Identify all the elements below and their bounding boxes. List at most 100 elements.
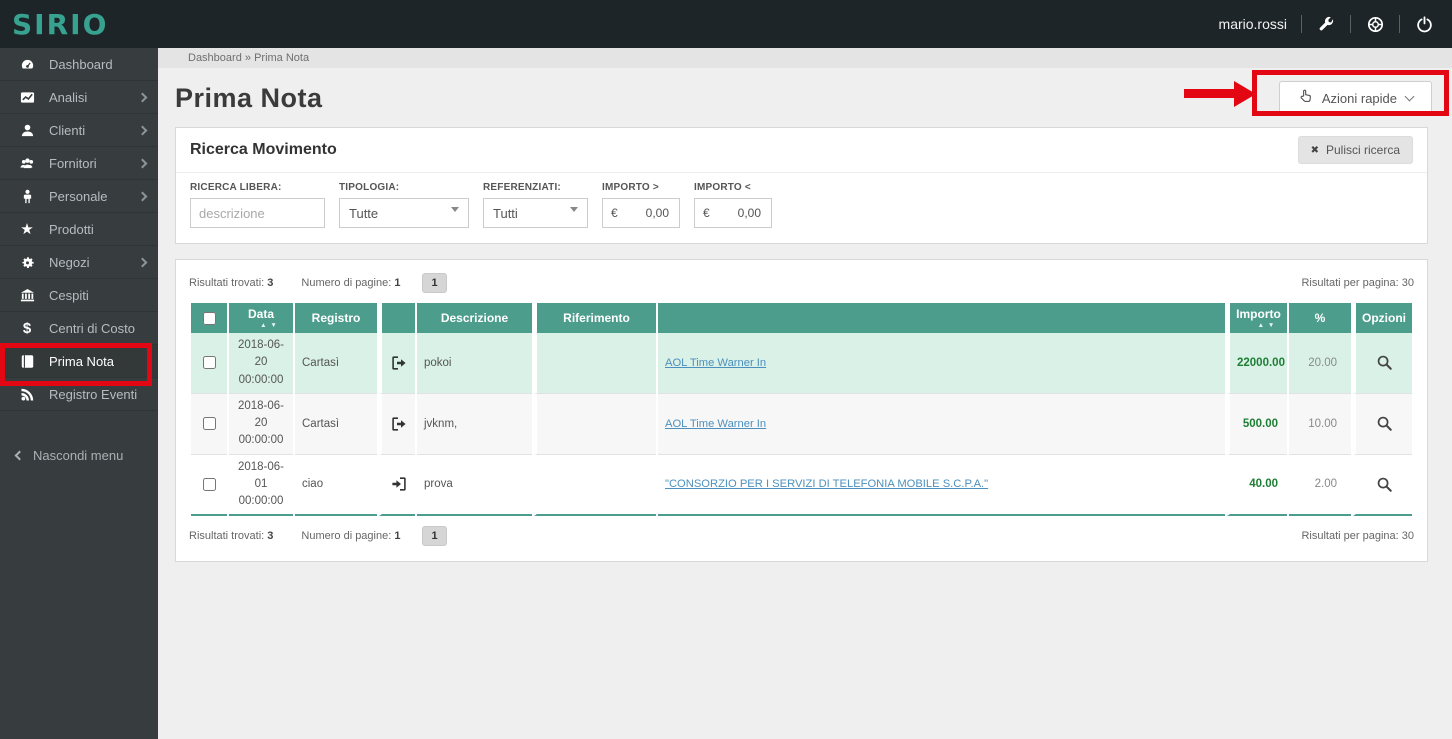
row-checkbox[interactable] [203, 478, 216, 491]
sidebar-item-dashboard[interactable]: Dashboard [0, 48, 158, 81]
currency-symbol: € [611, 206, 618, 220]
counterpart-link[interactable]: AOL Time Warner In [665, 418, 766, 430]
select-all-checkbox[interactable] [203, 312, 216, 325]
field-importo-lt: IMPORTO < € [694, 182, 772, 228]
sidebar-item-fornitori[interactable]: Fornitori [0, 147, 158, 180]
sidebar-item-analisi[interactable]: Analisi [0, 81, 158, 114]
life-ring-icon[interactable] [1365, 14, 1385, 34]
caret-down-icon [570, 207, 578, 212]
tipologia-select[interactable]: Tutte [339, 198, 469, 228]
cell-percent: 2.00 [1289, 455, 1351, 517]
results-info-top: Risultati trovati: 3 Numero di pagine: 1… [189, 260, 1414, 303]
cell-date: 2018-06-01 00:00:00 [229, 455, 293, 517]
user-icon [14, 123, 40, 138]
importo-lt-input[interactable] [710, 205, 763, 221]
cell-registro: Cartasì [295, 333, 377, 394]
sidebar-item-clienti[interactable]: Clienti [0, 114, 158, 147]
separator [1399, 15, 1400, 33]
importo-gt-input[interactable] [618, 205, 671, 221]
header-counterpart [658, 303, 1225, 333]
counterpart-link[interactable]: AOL Time Warner In [665, 357, 766, 369]
hand-pointer-icon [1298, 89, 1313, 107]
importo-lt-box: € [694, 198, 772, 228]
cell-date: 2018-06-20 00:00:00 [229, 333, 293, 394]
results-pages: Numero di pagine: 1 [301, 277, 400, 289]
results-table: Data▲ ▼ Registro Descrizione Riferimento… [189, 303, 1414, 516]
page-head: Prima Nota Azioni rapide [158, 68, 1452, 125]
magnifier-icon[interactable] [1376, 418, 1393, 430]
cell-descrizione: jvknm, [417, 394, 532, 455]
field-referenziati: REFERENZIATI: Tutti [483, 182, 588, 228]
breadcrumb-home[interactable]: Dashboard [188, 52, 242, 64]
sidebar-item-label: Dashboard [49, 57, 113, 72]
chevron-right-icon [138, 158, 148, 168]
separator [1301, 15, 1302, 33]
breadcrumb-current: Prima Nota [254, 52, 309, 64]
cell-importo: 500.00 [1227, 394, 1287, 455]
header-opzioni: Opzioni [1353, 303, 1412, 333]
collapse-menu-button[interactable]: Nascondi menu [0, 442, 158, 468]
row-checkbox[interactable] [203, 417, 216, 430]
sort-icons[interactable]: ▲ ▼ [241, 322, 297, 329]
referenziati-value: Tutti [493, 206, 518, 221]
search-panel: Ricerca Movimento ✖ Pulisci ricerca RICE… [175, 127, 1428, 244]
header-importo[interactable]: Importo▲ ▼ [1227, 303, 1287, 333]
tipologia-label: TIPOLOGIA: [339, 182, 469, 193]
currency-symbol: € [703, 206, 710, 220]
sidebar-item-label: Prima Nota [49, 354, 114, 369]
referenziati-label: REFERENZIATI: [483, 182, 588, 193]
sidebar-item-prima-nota[interactable]: Prima Nota [0, 345, 158, 378]
free-search-input[interactable] [190, 198, 325, 228]
search-panel-head: Ricerca Movimento ✖ Pulisci ricerca [176, 128, 1427, 173]
breadcrumb-separator: » [245, 52, 251, 64]
quick-actions-button[interactable]: Azioni rapide [1279, 81, 1432, 115]
sidebar-item-label: Centri di Costo [49, 321, 135, 336]
chevron-right-icon [138, 191, 148, 201]
referenziati-select[interactable]: Tutti [483, 198, 588, 228]
cell-riferimento [534, 455, 656, 517]
cell-riferimento [534, 333, 656, 394]
cell-importo: 22000.00 [1227, 333, 1287, 394]
cell-date: 2018-06-20 00:00:00 [229, 394, 293, 455]
sort-icons[interactable]: ▲ ▼ [1242, 322, 1291, 329]
magnifier-icon[interactable] [1376, 357, 1393, 369]
chevron-down-icon [1405, 91, 1415, 101]
sidebar-item-personale[interactable]: Personale [0, 180, 158, 213]
search-panel-title: Ricerca Movimento [190, 141, 337, 159]
sidebar-item-registro-eventi[interactable]: Registro Eventi [0, 378, 158, 411]
quick-actions-label: Azioni rapide [1322, 91, 1397, 106]
username[interactable]: mario.rossi [1219, 16, 1287, 32]
sidebar-item-label: Clienti [49, 123, 85, 138]
sidebar-item-negozi[interactable]: Negozi [0, 246, 158, 279]
page-number-button[interactable]: 1 [422, 273, 446, 293]
row-checkbox[interactable] [203, 356, 216, 369]
table-row: 2018-06-20 00:00:00 Cartasì pokoi AOL Ti… [191, 333, 1412, 394]
magnifier-icon[interactable] [1376, 478, 1393, 490]
sidebar-item-label: Fornitori [49, 156, 97, 171]
wrench-icon[interactable] [1316, 14, 1336, 34]
page-number-button[interactable]: 1 [422, 526, 446, 546]
row-select-cell [191, 333, 227, 394]
header-direction [379, 303, 415, 333]
topbar: SIRIO mario.rossi [0, 0, 1452, 48]
sidebar-item-cespiti[interactable]: Cespiti [0, 279, 158, 312]
chevron-left-icon [15, 450, 25, 460]
counterpart-link[interactable]: "CONSORZIO PER I SERVIZI DI TELEFONIA MO… [665, 478, 988, 490]
app-logo: SIRIO [0, 8, 108, 41]
line-chart-icon [14, 90, 40, 105]
sign-in-icon [379, 455, 415, 517]
gear-icon [14, 255, 40, 270]
header-data[interactable]: Data▲ ▼ [229, 303, 293, 333]
cell-registro: ciao [295, 455, 377, 517]
header-descrizione: Descrizione [417, 303, 532, 333]
main-content: Dashboard » Prima Nota Prima Nota Azioni… [158, 48, 1452, 739]
sidebar-item-label: Prodotti [49, 222, 94, 237]
clear-search-button[interactable]: ✖ Pulisci ricerca [1298, 136, 1413, 164]
chevron-right-icon [138, 257, 148, 267]
power-icon[interactable] [1414, 14, 1434, 34]
page-title: Prima Nota [175, 83, 323, 114]
sidebar-item-prodotti[interactable]: ★ Prodotti [0, 213, 158, 246]
clear-icon: ✖ [1311, 145, 1319, 156]
sidebar-item-centri-di-costo[interactable]: $ Centri di Costo [0, 312, 158, 345]
cell-percent: 20.00 [1289, 333, 1351, 394]
